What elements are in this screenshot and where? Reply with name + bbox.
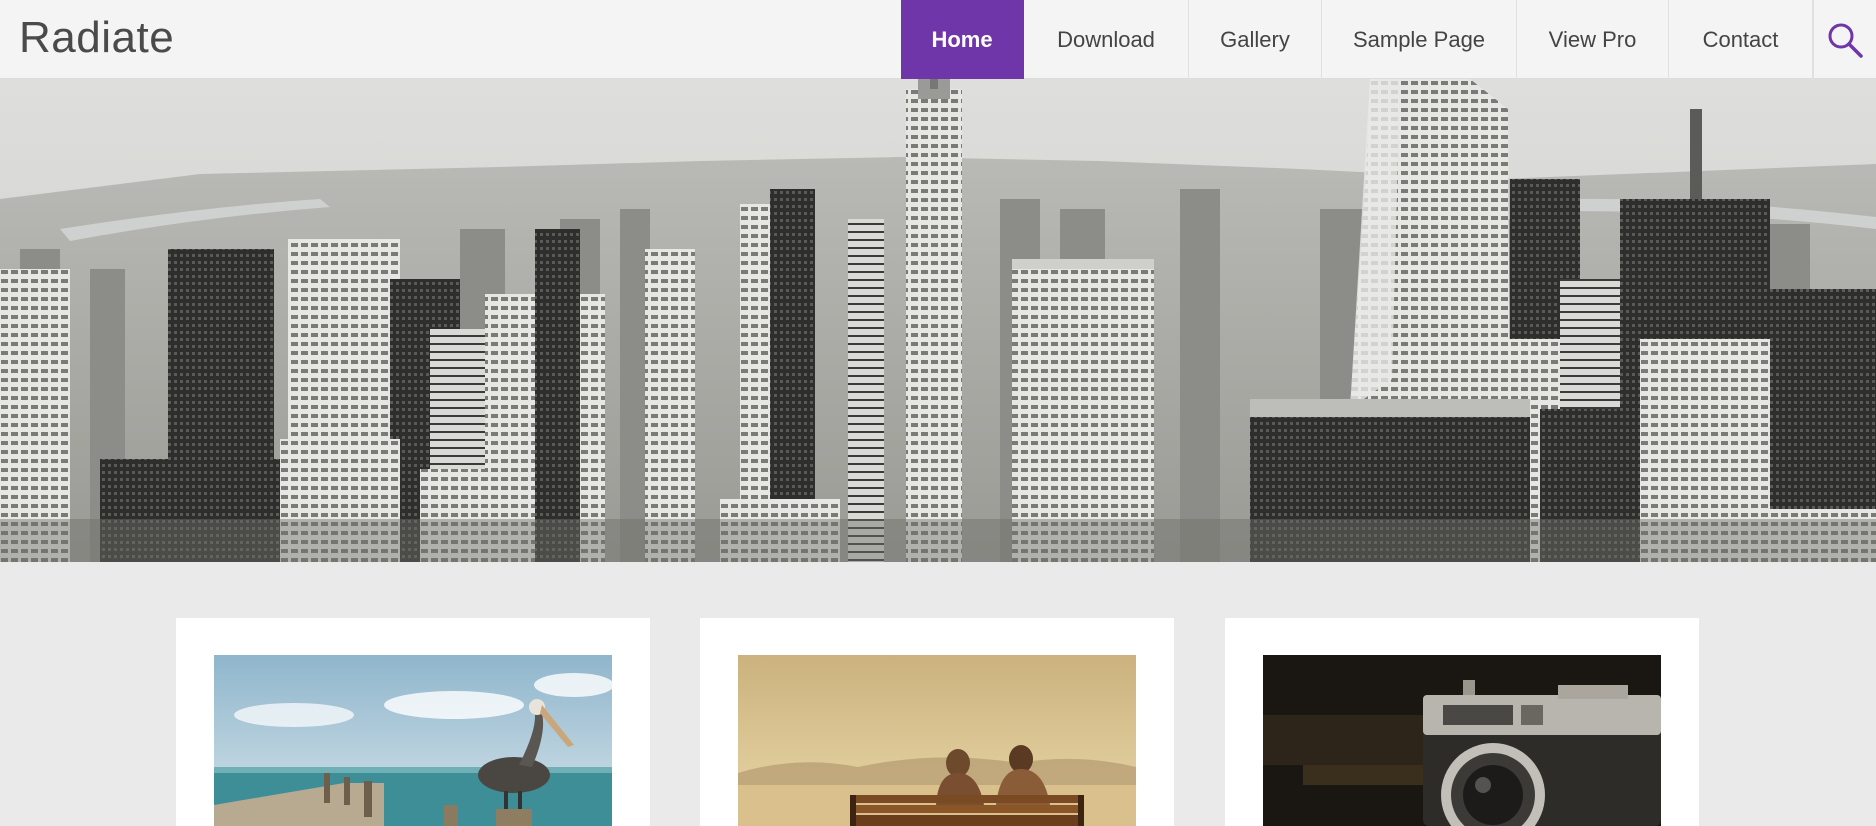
city-skyline-image: [0, 79, 1876, 562]
post-card: [1225, 618, 1699, 826]
nav-item-gallery[interactable]: Gallery: [1189, 0, 1322, 79]
post-thumbnail-pelican[interactable]: [214, 655, 612, 826]
post-card: [700, 618, 1174, 826]
nav-item-contact[interactable]: Contact: [1669, 0, 1813, 79]
search-icon: [1828, 23, 1863, 58]
site-title[interactable]: Radiate: [19, 13, 174, 63]
post-thumbnail-camera[interactable]: [1263, 655, 1661, 826]
post-card: [176, 618, 650, 826]
nav-item-download[interactable]: Download: [1024, 0, 1189, 79]
hero-banner: [0, 79, 1876, 562]
main-navigation: Home Download Gallery Sample Page View P…: [901, 0, 1813, 79]
vintage-camera-image: [1263, 655, 1661, 826]
site-header: Radiate Home Download Gallery Sample Pag…: [0, 0, 1876, 79]
pelican-pier-image: [214, 655, 612, 826]
nav-item-sample-page[interactable]: Sample Page: [1322, 0, 1517, 79]
post-thumbnail-couple[interactable]: [738, 655, 1136, 826]
search-button[interactable]: [1813, 0, 1876, 79]
nav-item-home[interactable]: Home: [901, 0, 1024, 79]
nav-item-view-pro[interactable]: View Pro: [1517, 0, 1669, 79]
couple-on-bench-image: [738, 655, 1136, 826]
